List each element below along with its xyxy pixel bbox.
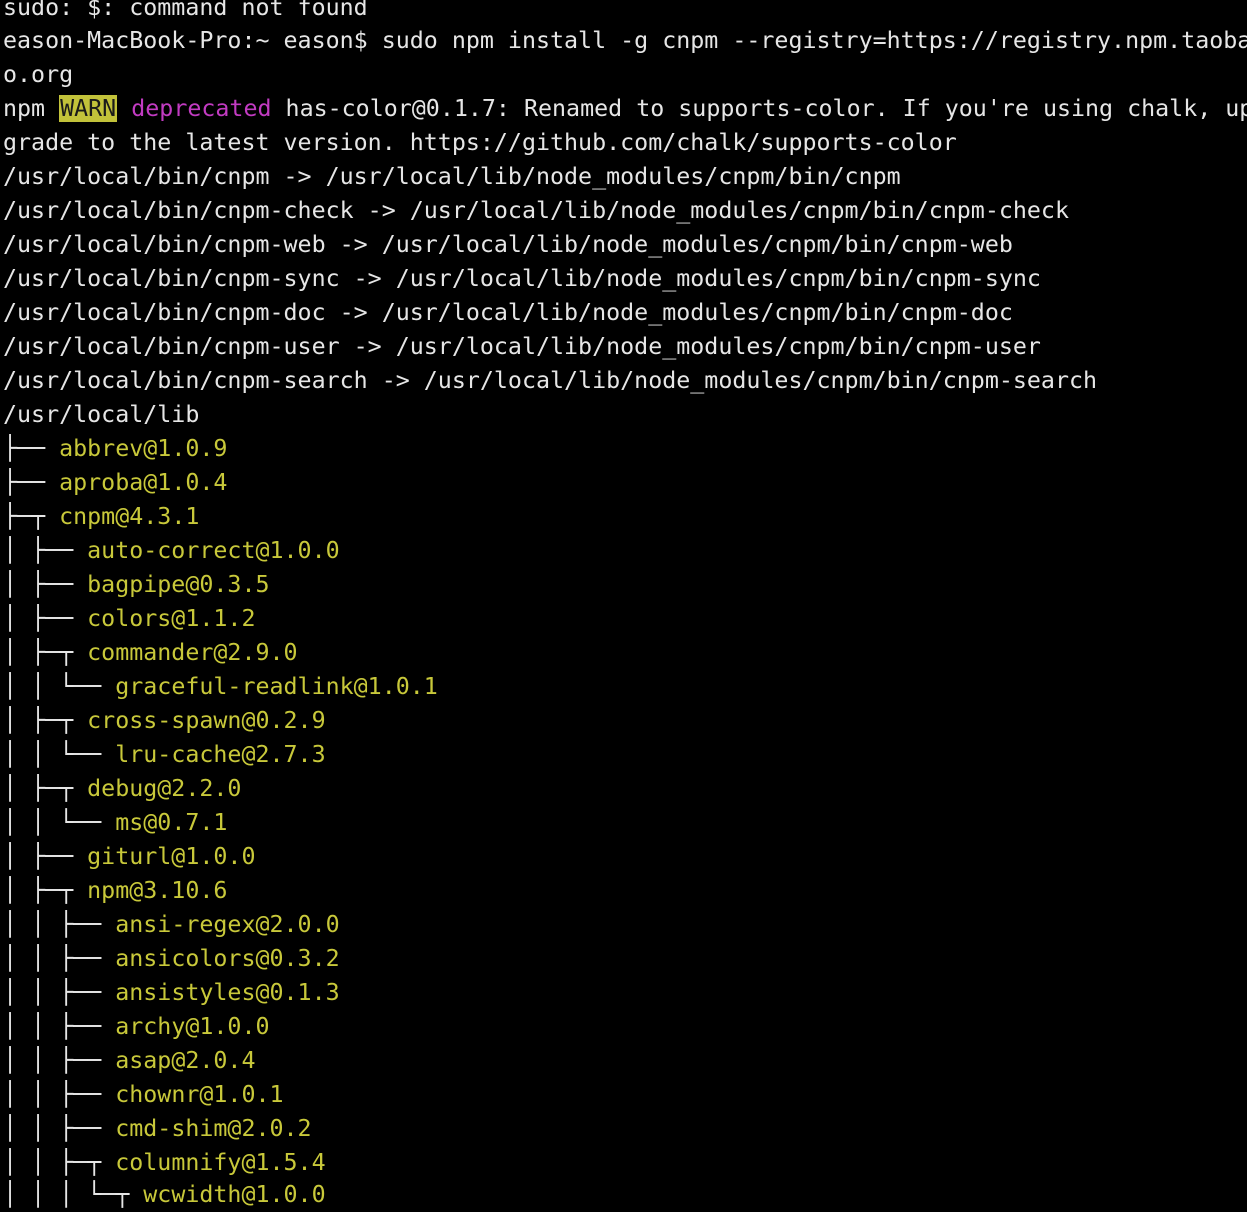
package-name: colors@1.1.2 bbox=[87, 605, 256, 632]
tree-branch-glyphs: │ ├─┬ bbox=[3, 877, 88, 904]
symlink-text: /usr/local/bin/cnpm-user -> /usr/local/l… bbox=[3, 333, 1041, 360]
tree-branch-glyphs: │ ├─┬ bbox=[3, 639, 88, 666]
tree-line: │ │ ├── archy@1.0.0 bbox=[3, 1010, 270, 1044]
tree-branch-glyphs: ├─┬ bbox=[3, 503, 60, 530]
package-name: cross-spawn@0.2.9 bbox=[87, 707, 326, 734]
tree-branch-glyphs: │ │ └── bbox=[3, 673, 116, 700]
warn-badge: WARN bbox=[59, 95, 118, 122]
symlink-line: /usr/local/bin/cnpm-check -> /usr/local/… bbox=[3, 194, 1069, 228]
npm-prefix: npm bbox=[3, 95, 60, 122]
package-name: columnify@1.5.4 bbox=[115, 1149, 326, 1176]
tree-root-line: /usr/local/lib bbox=[3, 398, 199, 432]
symlink-text: /usr/local/bin/cnpm-search -> /usr/local… bbox=[3, 367, 1098, 394]
package-name: asap@2.0.4 bbox=[115, 1047, 256, 1074]
symlink-text: /usr/local/bin/cnpm-check -> /usr/local/… bbox=[3, 197, 1069, 224]
package-name: lru-cache@2.7.3 bbox=[115, 741, 326, 768]
tree-branch-glyphs: │ │ ├── bbox=[3, 1115, 116, 1142]
tree-line: ├── abbrev@1.0.9 bbox=[3, 432, 227, 466]
tree-line: │ │ │ └─┬ wcwidth@1.0.0 bbox=[3, 1178, 326, 1212]
tree-line: ├── aproba@1.0.4 bbox=[3, 466, 227, 500]
tree-line: ├─┬ cnpm@4.3.1 bbox=[3, 500, 199, 534]
output-line: o.org bbox=[3, 58, 73, 92]
tree-line: │ │ ├── cmd-shim@2.0.2 bbox=[3, 1112, 312, 1146]
symlink-text: /usr/local/bin/cnpm-web -> /usr/local/li… bbox=[3, 231, 1013, 258]
package-name: chownr@1.0.1 bbox=[115, 1081, 284, 1108]
package-name: archy@1.0.0 bbox=[115, 1013, 270, 1040]
package-name: auto-correct@1.0.0 bbox=[87, 537, 340, 564]
symlink-line: /usr/local/bin/cnpm-doc -> /usr/local/li… bbox=[3, 296, 1013, 330]
command-line: eason-MacBook-Pro:~ eason$ sudo npm inst… bbox=[3, 24, 1247, 58]
symlink-line: /usr/local/bin/cnpm-search -> /usr/local… bbox=[3, 364, 1097, 398]
symlink-line: /usr/local/bin/cnpm -> /usr/local/lib/no… bbox=[3, 160, 901, 194]
deprecated-label: deprecated bbox=[131, 95, 272, 122]
package-name: ansistyles@0.1.3 bbox=[115, 979, 340, 1006]
package-name: ms@0.7.1 bbox=[115, 809, 228, 836]
terminal-window[interactable]: sudo: $: command not found eason-MacBook… bbox=[0, 0, 1247, 1212]
output-line: sudo: $: command not found bbox=[3, 0, 368, 25]
tree-line: │ │ ├── chownr@1.0.1 bbox=[3, 1078, 284, 1112]
symlink-text: /usr/local/bin/cnpm-sync -> /usr/local/l… bbox=[3, 265, 1041, 292]
tree-branch-glyphs: │ ├─┬ bbox=[3, 707, 88, 734]
tree-line: │ ├─┬ npm@3.10.6 bbox=[3, 874, 227, 908]
tree-branch-glyphs: ├── bbox=[3, 469, 60, 496]
warning-message: has-color@0.1.7: Renamed to supports-col… bbox=[271, 95, 1247, 122]
symlink-line: /usr/local/bin/cnpm-sync -> /usr/local/l… bbox=[3, 262, 1041, 296]
tree-line: │ │ └── graceful-readlink@1.0.1 bbox=[3, 670, 438, 704]
tree-line: │ ├── colors@1.1.2 bbox=[3, 602, 255, 636]
tree-branch-glyphs: │ │ └── bbox=[3, 741, 116, 768]
tree-line: │ │ ├── ansi-regex@2.0.0 bbox=[3, 908, 340, 942]
tree-line: │ ├─┬ debug@2.2.0 bbox=[3, 772, 241, 806]
tree-branch-glyphs: │ │ ├── bbox=[3, 1081, 116, 1108]
tree-branch-glyphs: ├── bbox=[3, 435, 60, 462]
tree-branch-glyphs: │ │ ├── bbox=[3, 911, 116, 938]
tree-branch-glyphs: │ │ ├── bbox=[3, 1013, 116, 1040]
tree-branch-glyphs: │ │ ├── bbox=[3, 979, 116, 1006]
tree-line: │ ├── bagpipe@0.3.5 bbox=[3, 568, 270, 602]
output-line: grade to the latest version. https://git… bbox=[3, 126, 957, 160]
tree-line: │ │ └── lru-cache@2.7.3 bbox=[3, 738, 326, 772]
tree-branch-glyphs: │ │ └── bbox=[3, 809, 116, 836]
tree-line: │ │ ├── ansistyles@0.1.3 bbox=[3, 976, 340, 1010]
command-continuation: o.org bbox=[3, 61, 74, 88]
package-name: aproba@1.0.4 bbox=[59, 469, 228, 496]
package-name: wcwidth@1.0.0 bbox=[143, 1181, 326, 1208]
package-name: cmd-shim@2.0.2 bbox=[115, 1115, 312, 1142]
tree-line: │ ├─┬ cross-spawn@0.2.9 bbox=[3, 704, 326, 738]
symlink-text: /usr/local/bin/cnpm-doc -> /usr/local/li… bbox=[3, 299, 1013, 326]
tree-branch-glyphs: │ │ ├── bbox=[3, 945, 116, 972]
symlink-line: /usr/local/bin/cnpm-user -> /usr/local/l… bbox=[3, 330, 1041, 364]
tree-root-path: /usr/local/lib bbox=[3, 401, 200, 428]
package-name: debug@2.2.0 bbox=[87, 775, 242, 802]
tree-line: │ │ ├─┬ columnify@1.5.4 bbox=[3, 1146, 326, 1180]
package-name: cnpm@4.3.1 bbox=[59, 503, 200, 530]
tree-line: │ │ ├── ansicolors@0.3.2 bbox=[3, 942, 340, 976]
tree-line: │ │ ├── asap@2.0.4 bbox=[3, 1044, 255, 1078]
tree-branch-glyphs: │ ├── bbox=[3, 605, 88, 632]
package-name: graceful-readlink@1.0.1 bbox=[115, 673, 438, 700]
warning-message-continuation: grade to the latest version. https://git… bbox=[3, 129, 957, 156]
package-name: npm@3.10.6 bbox=[87, 877, 228, 904]
package-name: ansi-regex@2.0.0 bbox=[115, 911, 340, 938]
tree-branch-glyphs: │ │ │ └─┬ bbox=[3, 1181, 144, 1208]
package-name: ansicolors@0.3.2 bbox=[115, 945, 340, 972]
package-name: abbrev@1.0.9 bbox=[59, 435, 228, 462]
tree-branch-glyphs: │ │ ├─┬ bbox=[3, 1149, 116, 1176]
error-text: sudo: $: command not found bbox=[3, 0, 368, 21]
tree-line: │ ├─┬ commander@2.9.0 bbox=[3, 636, 298, 670]
tree-line: │ ├── auto-correct@1.0.0 bbox=[3, 534, 340, 568]
package-name: giturl@1.0.0 bbox=[87, 843, 256, 870]
package-name: bagpipe@0.3.5 bbox=[87, 571, 270, 598]
tree-branch-glyphs: │ ├── bbox=[3, 843, 88, 870]
tree-branch-glyphs: │ ├─┬ bbox=[3, 775, 88, 802]
prompt-command: eason-MacBook-Pro:~ eason$ sudo npm inst… bbox=[3, 27, 1247, 54]
tree-branch-glyphs: │ ├── bbox=[3, 537, 88, 564]
package-name: commander@2.9.0 bbox=[87, 639, 298, 666]
symlink-text: /usr/local/bin/cnpm -> /usr/local/lib/no… bbox=[3, 163, 901, 190]
tree-line: │ ├── giturl@1.0.0 bbox=[3, 840, 255, 874]
tree-branch-glyphs: │ │ ├── bbox=[3, 1047, 116, 1074]
symlink-line: /usr/local/bin/cnpm-web -> /usr/local/li… bbox=[3, 228, 1013, 262]
warning-line: npm WARN deprecated has-color@0.1.7: Ren… bbox=[3, 92, 1247, 126]
tree-line: │ │ └── ms@0.7.1 bbox=[3, 806, 227, 840]
tree-branch-glyphs: │ ├── bbox=[3, 571, 88, 598]
